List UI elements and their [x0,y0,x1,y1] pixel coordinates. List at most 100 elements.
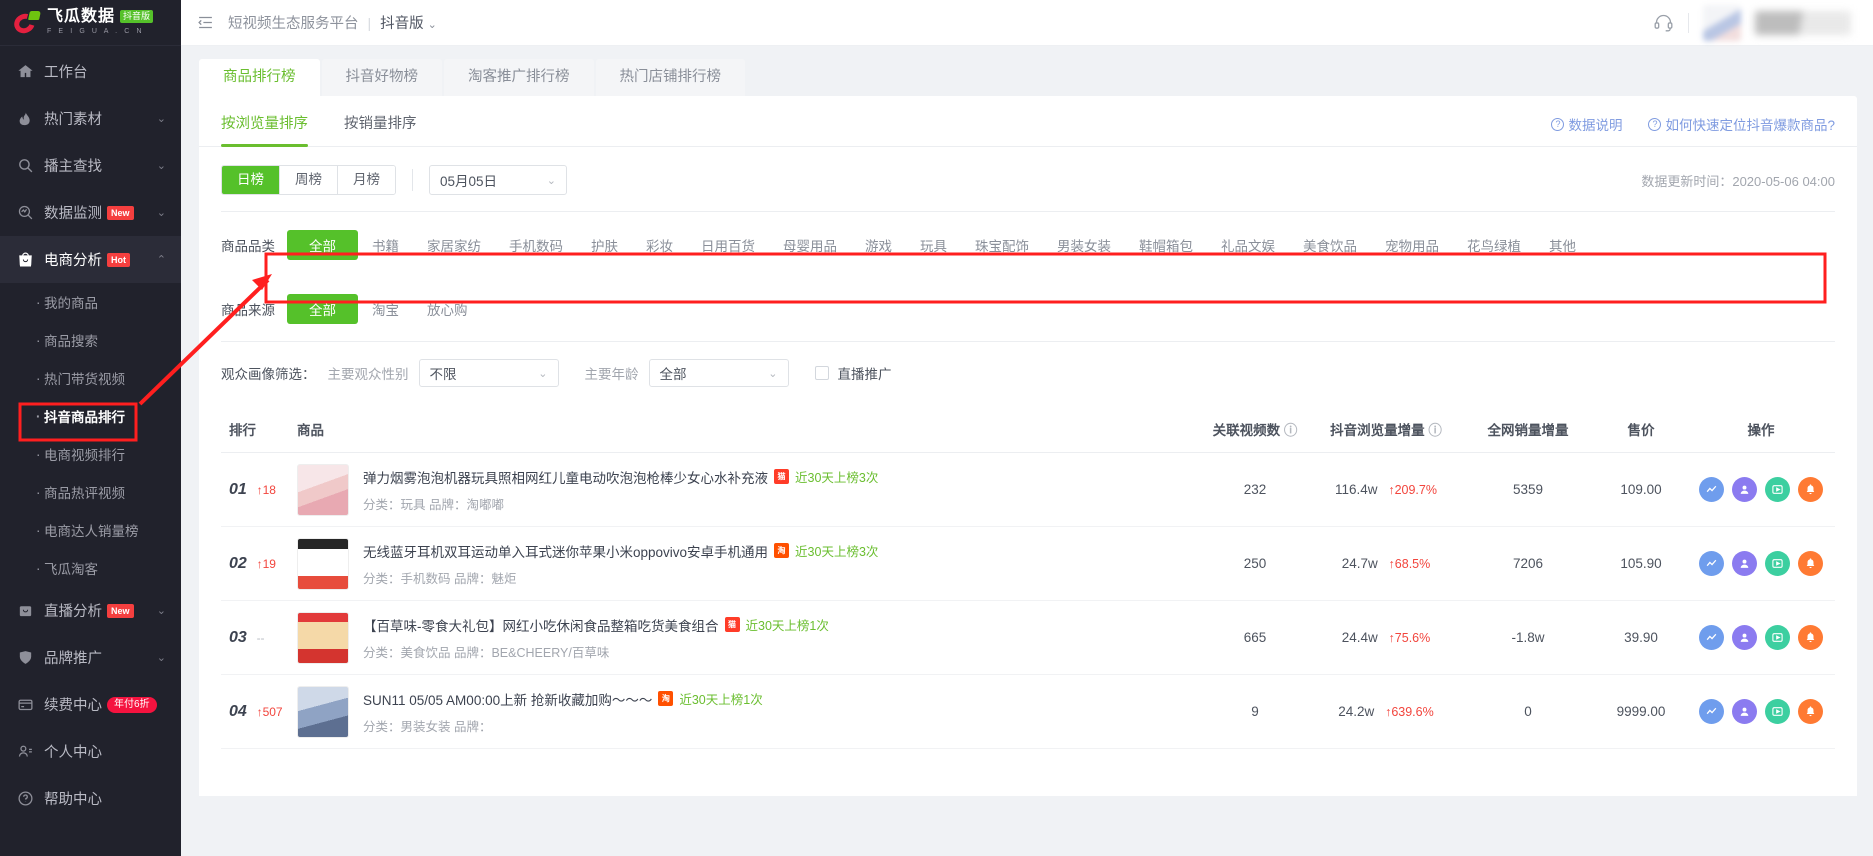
sidebar-subitem-label: 电商视频排行 [44,448,125,463]
category-chip-pet-supplies[interactable]: 宠物用品 [1371,230,1453,260]
source-chip-all[interactable]: 全部 [287,294,358,324]
sidebar-item-renewal-center[interactable]: 续费中心 年付6折 [0,681,181,728]
date-picker[interactable]: 05月05日 ⌄ [429,165,567,195]
link-data-explanation[interactable]: ? 数据说明 [1551,114,1622,134]
influencer-icon[interactable] [1732,625,1757,650]
sidebar-item-ecommerce-analysis[interactable]: 电商分析 Hot ⌃ [0,236,181,283]
category-chip-toys[interactable]: 玩具 [906,230,961,260]
alert-bell-icon[interactable] [1798,625,1823,650]
category-chip-plants[interactable]: 花鸟绿植 [1453,230,1535,260]
category-chip-mother-baby[interactable]: 母婴用品 [769,230,851,260]
trend-chart-icon[interactable] [1699,551,1724,576]
sidebar-item-product-review-videos[interactable]: 商品热评视频 [0,473,181,511]
sidebar-item-douyin-product-ranking[interactable]: 抖音商品排行 [0,397,181,435]
on-list-count: 近30天上榜3次 [795,545,879,559]
version-switcher[interactable]: 抖音版 ⌄ [380,12,437,33]
category-chip-makeup[interactable]: 彩妆 [632,230,687,260]
column-header-product: 商品 [297,419,1199,439]
product-title[interactable]: 【百草味-零食大礼包】网红小吃休闲食品整箱吃货美食组合 [363,615,719,635]
product-thumbnail[interactable] [297,463,349,516]
influencer-icon[interactable] [1732,477,1757,502]
product-thumbnail[interactable] [297,611,349,664]
alert-bell-icon[interactable] [1798,699,1823,724]
sidebar-item-product-search[interactable]: 商品搜索 [0,321,181,359]
subtab-sort-by-views[interactable]: 按浏览量排序 [221,112,308,147]
influencer-icon[interactable] [1732,699,1757,724]
table-row[interactable]: 04 ↑507 SUN11 05/05 AM00:00上新 抢新收藏加购～～～ … [221,675,1835,749]
trend-chart-icon[interactable] [1699,699,1724,724]
period-label: 月榜 [353,172,380,187]
sidebar-item-ecommerce-video-ranking[interactable]: 电商视频排行 [0,435,181,473]
sidebar-item-workbench[interactable]: 工作台 [0,48,181,95]
tab-taoke-promotion-ranking[interactable]: 淘客推广排行榜 [444,59,594,96]
product-title[interactable]: 弹力烟雾泡泡机器玩具照相网红儿童电动吹泡泡枪棒少女心水补充液 [363,467,768,487]
sidebar-item-ecommerce-talent-sales[interactable]: 电商达人销量榜 [0,511,181,549]
category-chip-food-drink[interactable]: 美食饮品 [1289,230,1371,260]
sidebar-item-help-center[interactable]: 帮助中心 [0,775,181,822]
avatar[interactable] [1703,4,1741,41]
video-play-icon[interactable] [1765,477,1790,502]
live-promotion-label[interactable]: 直播推广 [838,363,892,383]
category-chip-all[interactable]: 全部 [287,230,358,260]
period-monthly-button[interactable]: 月榜 [338,166,395,194]
sidebar-item-personal-center[interactable]: 个人中心 [0,728,181,775]
brand-name-label: 飞瓜数据 [47,7,116,25]
audience-gender-select[interactable]: 不限 ⌄ [418,359,559,387]
sidebar-item-live-analysis[interactable]: 直播分析 New ⌄ [0,587,181,634]
video-play-icon[interactable] [1765,699,1790,724]
help-link-label: 数据说明 [1568,118,1623,133]
category-chip-clothing[interactable]: 男装女装 [1043,230,1125,260]
sidebar-item-brand-promotion[interactable]: 品牌推广 ⌄ [0,634,181,681]
link-how-to-find-hot-products[interactable]: ? 如何快速定位抖音爆款商品? [1648,114,1835,134]
category-chip-skincare[interactable]: 护肤 [577,230,632,260]
alert-bell-icon[interactable] [1798,551,1823,576]
period-weekly-button[interactable]: 周榜 [280,166,338,194]
sidebar-item-hot-materials[interactable]: 热门素材 ⌄ [0,95,181,142]
sidebar-item-feigua-taoke[interactable]: 飞瓜淘客 [0,549,181,587]
category-chip-jewelry[interactable]: 珠宝配饰 [961,230,1043,260]
collapse-menu-icon[interactable] [197,14,214,31]
tab-label: 热门店铺排行榜 [619,69,722,85]
subtab-sort-by-sales[interactable]: 按销量排序 [344,112,417,146]
product-thumbnail[interactable] [297,685,349,738]
category-chip-games[interactable]: 游戏 [851,230,906,260]
video-play-icon[interactable] [1765,551,1790,576]
period-daily-button[interactable]: 日榜 [222,166,280,194]
info-icon[interactable]: ⓘ [1428,423,1442,438]
tab-product-ranking[interactable]: 商品排行榜 [199,59,320,96]
category-chip-other[interactable]: 其他 [1535,230,1590,260]
table-row[interactable]: 03 -- 【百草味-零食大礼包】网红小吃休闲食品整箱吃货美食组合 猫 近30天… [221,601,1835,675]
trend-chart-icon[interactable] [1699,625,1724,650]
table-row[interactable]: 01 ↑18 弹力烟雾泡泡机器玩具照相网红儿童电动吹泡泡枪棒少女心水补充液 猫 … [221,453,1835,527]
source-chip-taobao[interactable]: 淘宝 [358,294,413,324]
sidebar-item-influencer-search[interactable]: 播主查找 ⌄ [0,142,181,189]
category-chip-shoes-bags[interactable]: 鞋帽箱包 [1125,230,1207,260]
live-promotion-checkbox[interactable] [814,366,829,380]
category-chip-mobile-digital[interactable]: 手机数码 [495,230,577,260]
influencer-icon[interactable] [1732,551,1757,576]
sidebar-item-data-monitor[interactable]: 数据监测 New ⌄ [0,189,181,236]
headset-icon[interactable] [1653,12,1674,33]
info-icon[interactable]: ⓘ [1284,423,1298,438]
table-row[interactable]: 02 ↑19 无线蓝牙耳机双耳运动单入耳式迷你苹果小米oppovivo安卓手机通… [221,527,1835,601]
audience-age-select[interactable]: 全部 ⌄ [648,359,789,387]
category-chip-gifts-culture[interactable]: 礼品文娱 [1207,230,1289,260]
product-thumbnail[interactable] [297,537,349,590]
trend-chart-icon[interactable] [1699,477,1724,502]
product-title[interactable]: 无线蓝牙耳机双耳运动单入耳式迷你苹果小米oppovivo安卓手机通用 [363,541,768,561]
tab-hot-shop-ranking[interactable]: 热门店铺排行榜 [595,59,745,96]
brand-logo[interactable]: 飞瓜数据 抖音版 F E I G U A . C N [0,0,181,46]
video-play-icon[interactable] [1765,625,1790,650]
category-chip-daily-goods[interactable]: 日用百货 [687,230,769,260]
username-label[interactable] [1755,10,1851,35]
sidebar-item-hot-selling-videos[interactable]: 热门带货视频 [0,359,181,397]
product-title[interactable]: SUN11 05/05 AM00:00上新 抢新收藏加购～～～ [363,689,652,709]
source-chip-fangxingou[interactable]: 放心购 [413,294,482,324]
brand-version-badge: 抖音版 [120,9,154,23]
alert-bell-icon[interactable] [1798,477,1823,502]
category-chip-home-textiles[interactable]: 家居家纺 [413,230,495,260]
tab-douyin-good-things[interactable]: 抖音好物榜 [321,59,442,96]
category-chip-books[interactable]: 书籍 [358,230,413,260]
audience-filter-row: 观众画像筛选： 主要观众性别 不限 ⌄ 主要年龄 全部 ⌄ 直播推广 [221,342,1835,405]
sidebar-item-my-products[interactable]: 我的商品 [0,283,181,321]
